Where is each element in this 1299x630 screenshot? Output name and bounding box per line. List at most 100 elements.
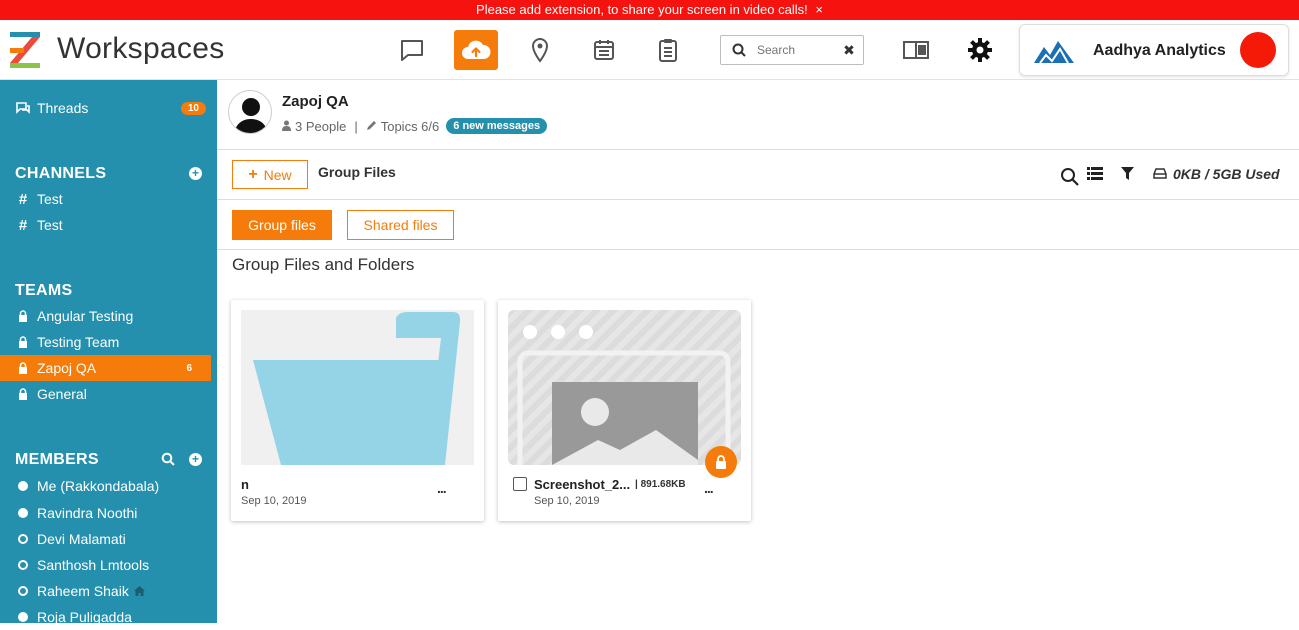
sidebar-item-member[interactable]: Me (Rakkondabala): [0, 473, 217, 499]
file-date: Sep 10, 2019: [241, 495, 307, 507]
home-icon: [133, 586, 145, 596]
status-online-icon: [18, 612, 28, 622]
storage-usage: 0KB / 5GB Used: [1153, 166, 1280, 182]
status-online-icon: [18, 481, 28, 491]
status-offline-icon: [18, 560, 28, 570]
group-title: Zapoj QA: [282, 93, 349, 110]
reader-icon[interactable]: [894, 30, 938, 70]
search-clear-icon[interactable]: ✖: [837, 42, 861, 59]
group-avatar: [228, 90, 272, 134]
sidebar-item-team-active[interactable]: Zapoj QA 6: [0, 355, 211, 381]
sidebar-item-channel[interactable]: # Test: [0, 186, 217, 212]
image-thumbnail: [508, 310, 741, 465]
threads-count-badge: 10: [180, 101, 206, 115]
member-name: Me (Rakkondabala): [37, 478, 160, 494]
status-offline-icon: [18, 586, 28, 596]
member-search-icon[interactable]: [161, 452, 175, 471]
sidebar-item-member[interactable]: Santhosh Lmtools: [0, 552, 217, 578]
team-count-badge: 6: [186, 362, 192, 374]
meta-separator: |: [354, 118, 358, 134]
lock-icon: [15, 310, 31, 322]
sidebar-item-threads[interactable]: Threads 10: [0, 95, 217, 121]
user-avatar[interactable]: [1240, 32, 1276, 68]
tab-group-files[interactable]: Group files: [232, 210, 332, 240]
new-messages-badge[interactable]: 6 new messages: [446, 118, 548, 134]
folder-thumbnail: [241, 310, 474, 465]
banner-close-icon[interactable]: ×: [815, 2, 823, 17]
upload-cloud-icon[interactable]: [454, 30, 498, 70]
sidebar: Threads 10 CHANNELS + # Test # Test TEAM…: [0, 80, 217, 625]
sidebar-item-member[interactable]: Roja Puligadda: [0, 604, 217, 630]
search-icon: [721, 43, 757, 57]
lock-icon: [15, 388, 31, 400]
people-count[interactable]: 3 People: [295, 119, 346, 134]
chat-icon[interactable]: [390, 30, 434, 70]
sidebar-item-label: Zapoj QA: [37, 360, 97, 376]
tab-shared-files[interactable]: Shared files: [347, 210, 454, 240]
pencil-icon: [366, 119, 377, 134]
sidebar-item-label: Angular Testing: [37, 308, 134, 324]
section-title: Group Files and Folders: [232, 255, 415, 274]
folder-icon: [253, 312, 461, 465]
comments-icon: [15, 101, 31, 115]
sidebar-item-label: Testing Team: [37, 334, 120, 350]
gear-icon[interactable]: [958, 30, 1002, 70]
sidebar-item-label: Test: [37, 217, 63, 233]
list-view-icon[interactable]: [1087, 167, 1103, 185]
sidebar-item-member[interactable]: Raheem Shaik: [0, 578, 217, 604]
locked-file-icon: [705, 446, 737, 478]
add-channel-icon[interactable]: +: [189, 167, 202, 180]
location-pin-icon[interactable]: [518, 30, 562, 70]
more-options-icon[interactable]: ...: [437, 480, 447, 496]
new-button[interactable]: + New: [232, 160, 308, 189]
org-switcher[interactable]: Aadhya Analytics: [1019, 24, 1289, 76]
search-files-icon[interactable]: [1060, 167, 1079, 191]
sidebar-item-member[interactable]: Ravindra Noothi: [0, 500, 217, 526]
group-header: Zapoj QA 3 People | Topics 6/6 6 new mes…: [217, 80, 1299, 150]
plus-icon: +: [248, 165, 258, 183]
sidebar-item-label: Test: [37, 191, 63, 207]
workspaces-logo: [10, 32, 40, 68]
more-options-icon[interactable]: ...: [704, 480, 714, 496]
top-navbar: Workspaces ✖: [0, 20, 1299, 80]
add-member-icon[interactable]: +: [189, 453, 202, 466]
status-offline-icon: [18, 534, 28, 544]
member-name: Devi Malamati: [37, 531, 126, 547]
new-button-label: New: [263, 166, 292, 183]
extension-banner: Please add extension, to share your scre…: [0, 0, 1299, 20]
folder-card[interactable]: n Sep 10, 2019 ...: [231, 300, 484, 521]
topics-count[interactable]: Topics 6/6: [381, 119, 440, 134]
clipboard-icon[interactable]: [646, 30, 690, 70]
storage-text: 0KB / 5GB Used: [1173, 166, 1280, 182]
hashtag-icon: #: [18, 190, 28, 208]
sidebar-item-member[interactable]: Devi Malamati: [0, 526, 217, 552]
file-size: | 891.68KB: [635, 479, 686, 490]
file-name[interactable]: n: [241, 477, 249, 492]
file-name[interactable]: Screenshot_2...: [534, 477, 630, 492]
search-input[interactable]: [757, 43, 837, 57]
file-card[interactable]: Screenshot_2... | 891.68KB Sep 10, 2019 …: [498, 300, 751, 521]
file-date: Sep 10, 2019: [534, 495, 600, 507]
files-toolbar: + New Group Files 0KB / 5GB Used: [217, 150, 1299, 200]
main-content: Zapoj QA 3 People | Topics 6/6 6 new mes…: [217, 80, 1299, 623]
file-select-checkbox[interactable]: [513, 477, 527, 491]
lock-icon: [15, 362, 31, 374]
group-meta: 3 People | Topics 6/6 6 new messages: [282, 118, 548, 134]
search-bar[interactable]: ✖: [720, 35, 864, 65]
calendar-icon[interactable]: [582, 30, 626, 70]
file-tabs: Group files Shared files: [217, 200, 1299, 250]
sidebar-item-label: Threads: [37, 100, 89, 116]
toolbar-title: Group Files: [318, 164, 396, 180]
members-heading: MEMBERS: [15, 451, 99, 468]
filter-icon[interactable]: [1121, 167, 1134, 186]
channels-heading: CHANNELS: [15, 165, 107, 182]
status-online-icon: [18, 508, 28, 518]
hashtag-icon: #: [18, 216, 28, 234]
org-name: Aadhya Analytics: [1093, 42, 1226, 59]
sidebar-item-team[interactable]: General: [0, 381, 217, 407]
sidebar-item-team[interactable]: Testing Team: [0, 329, 217, 355]
sidebar-item-team[interactable]: Angular Testing: [0, 303, 217, 329]
brand-name: Workspaces: [57, 32, 225, 65]
sidebar-item-channel[interactable]: # Test: [0, 212, 217, 238]
image-placeholder-icon: [517, 325, 731, 465]
